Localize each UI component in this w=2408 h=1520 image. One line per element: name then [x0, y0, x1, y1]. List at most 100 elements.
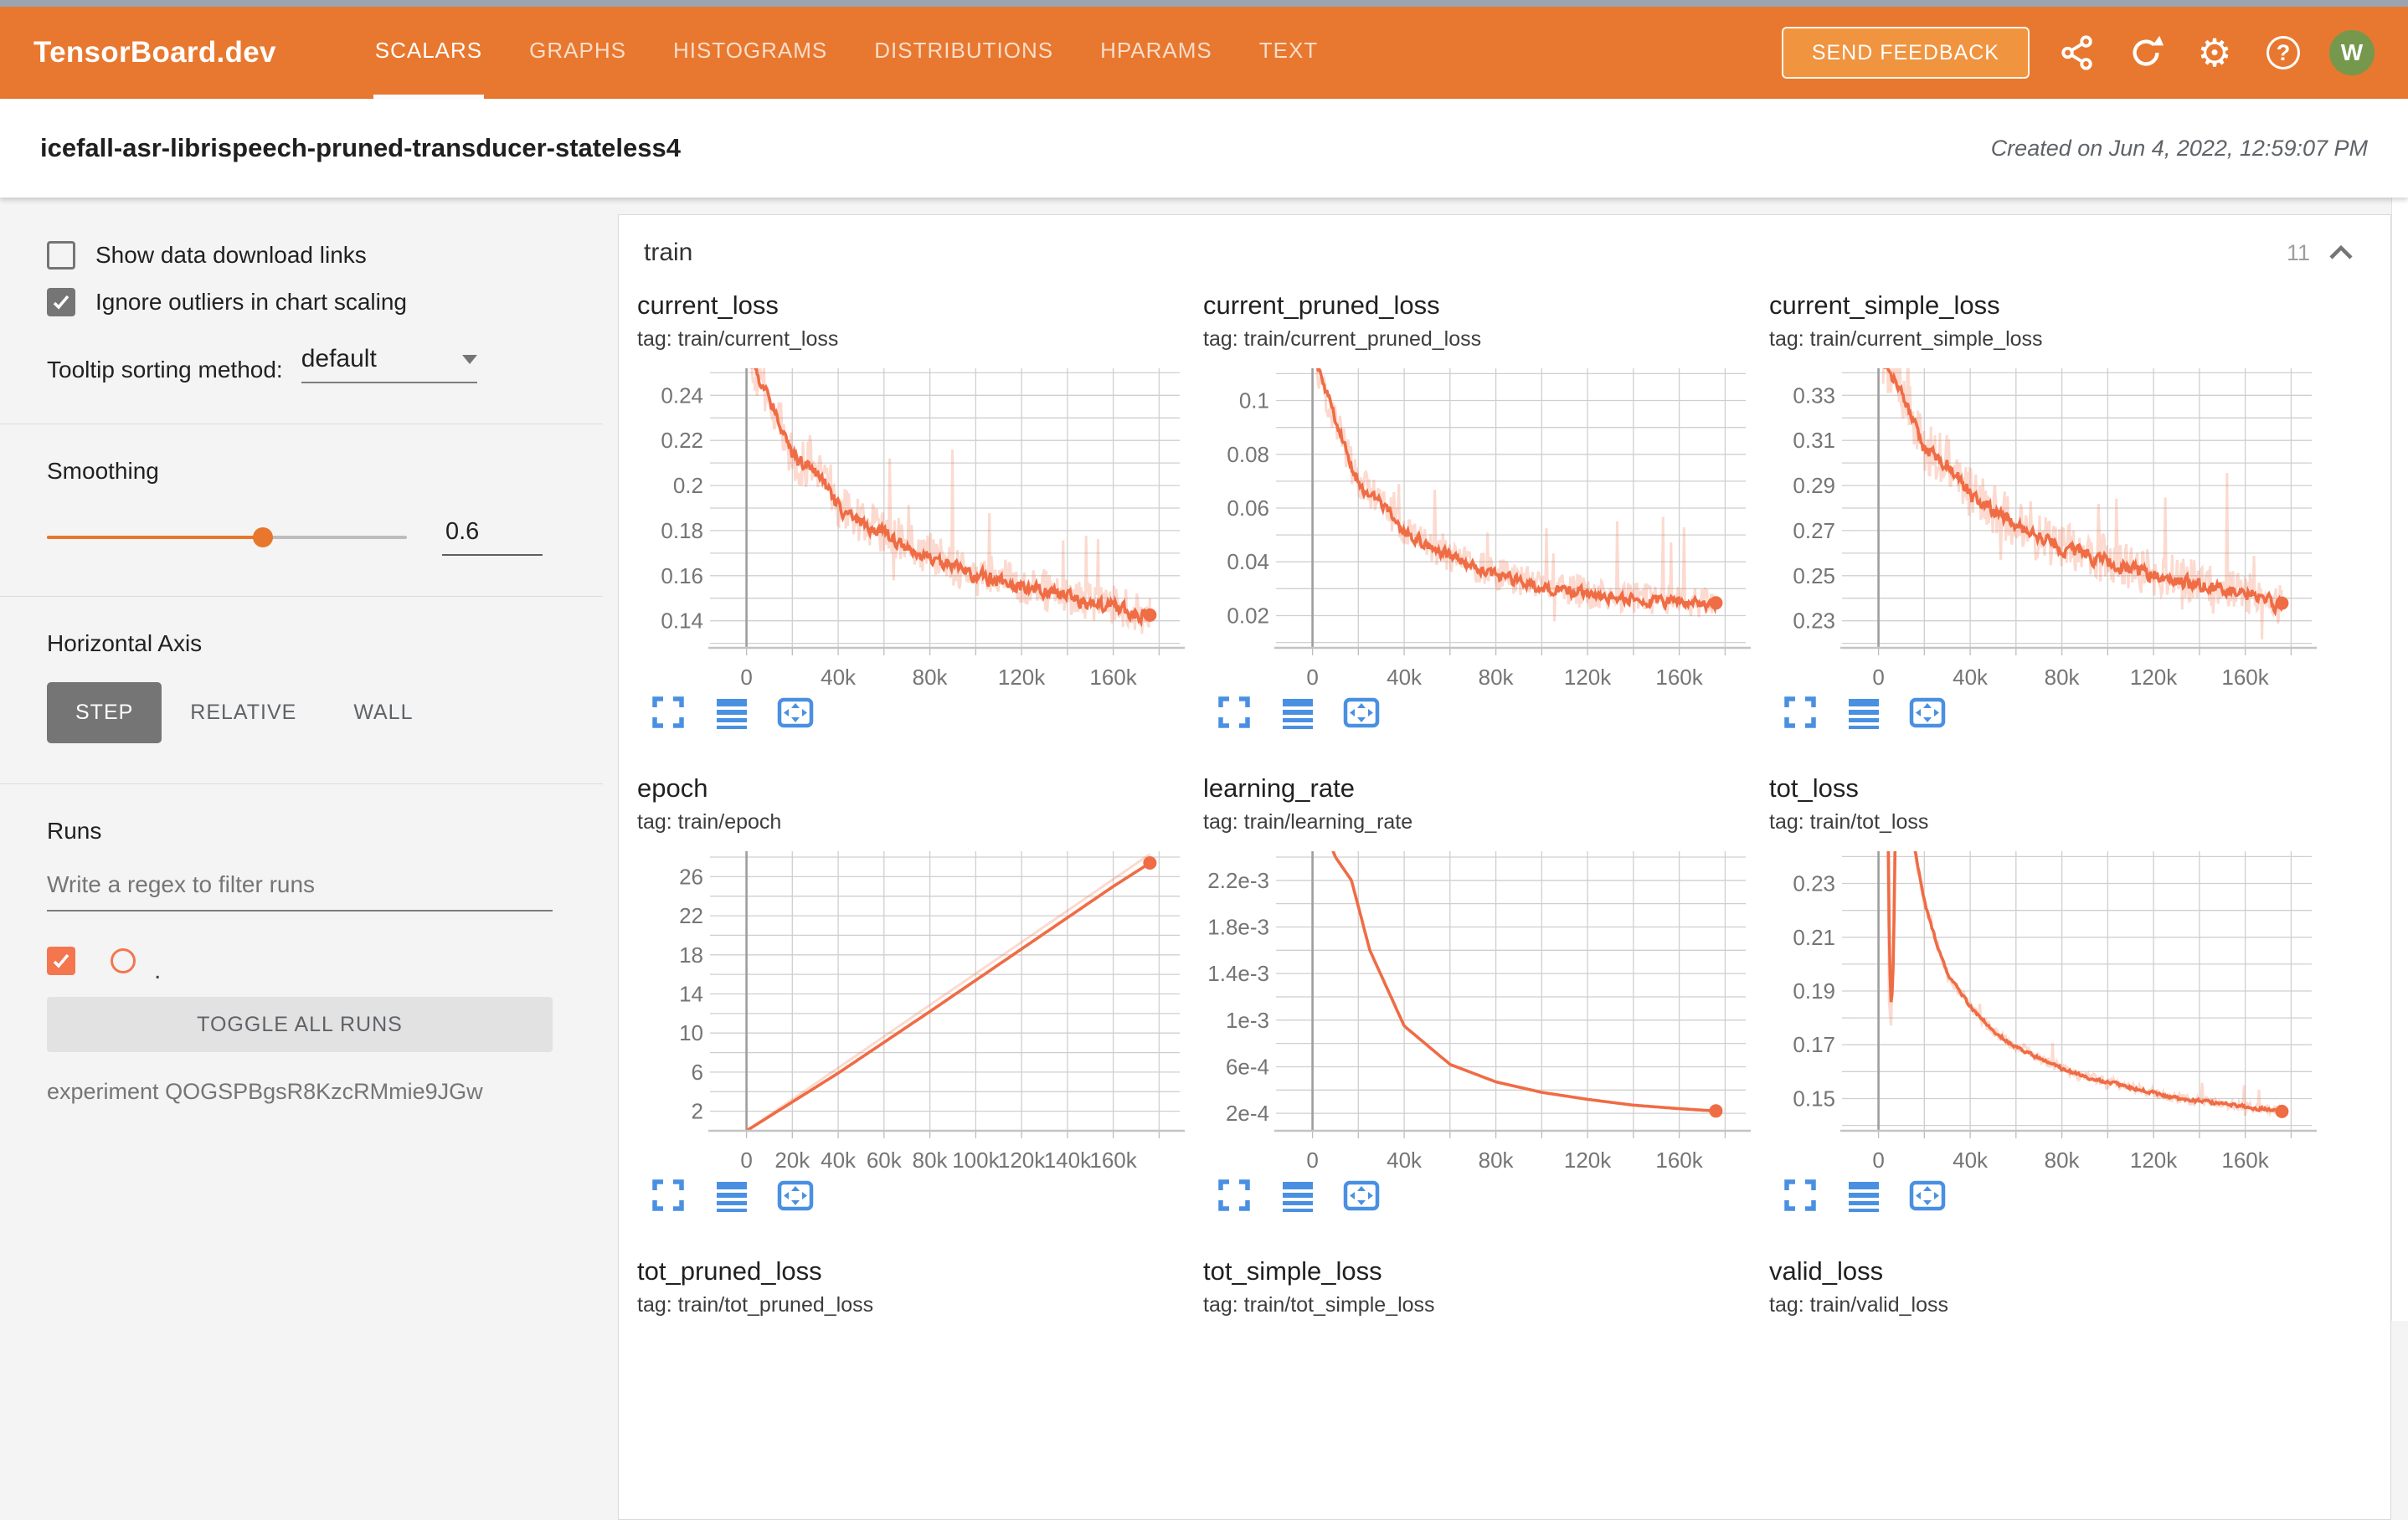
data-table-icon[interactable]	[1279, 1176, 1317, 1214]
svg-text:2: 2	[692, 1099, 703, 1124]
show-download-links-checkbox-row[interactable]: Show data download links	[47, 241, 556, 270]
section-title: train	[644, 239, 692, 267]
svg-text:0: 0	[1306, 1148, 1318, 1173]
svg-text:120k: 120k	[998, 665, 1046, 690]
ignore-outliers-checkbox-row[interactable]: Ignore outliers in chart scaling	[47, 288, 556, 316]
checkbox-label: Show data download links	[95, 242, 367, 269]
fullscreen-icon[interactable]	[1215, 693, 1253, 732]
svg-text:120k: 120k	[2130, 1148, 2178, 1173]
svg-text:160k: 160k	[1655, 1148, 1703, 1173]
send-feedback-button[interactable]: SEND FEEDBACK	[1782, 27, 2030, 79]
svg-text:22: 22	[679, 903, 703, 928]
chart-tag: tag: train/tot_loss	[1769, 810, 2335, 834]
svg-text:0.2: 0.2	[673, 473, 703, 498]
svg-text:80k: 80k	[1479, 1148, 1515, 1173]
tab-text[interactable]: TEXT	[1258, 7, 1320, 99]
checkbox-checked-icon[interactable]	[47, 288, 75, 316]
svg-text:0.33: 0.33	[1793, 383, 1835, 408]
run-row[interactable]: .	[47, 947, 556, 975]
tab-hparams[interactable]: HPARAMS	[1099, 7, 1214, 99]
chart-tag: tag: train/current_loss	[637, 327, 1203, 352]
avatar[interactable]: W	[2329, 30, 2375, 75]
chart-title: tot_pruned_loss	[637, 1256, 1203, 1286]
chart-plot[interactable]: 0.150.170.190.210.23040k80k120k160k	[1769, 846, 2322, 1173]
fit-domain-icon[interactable]	[776, 693, 815, 732]
fit-domain-icon[interactable]	[1908, 1176, 1947, 1214]
axis-option-wall[interactable]: WALL	[325, 682, 441, 743]
fullscreen-icon[interactable]	[1781, 1176, 1819, 1214]
fullscreen-icon[interactable]	[1215, 1176, 1253, 1214]
chart-tag: tag: train/tot_simple_loss	[1203, 1293, 1769, 1317]
tab-distributions[interactable]: DISTRIBUTIONS	[872, 7, 1055, 99]
chart-grid: current_loss tag: train/current_loss 0.1…	[619, 267, 2390, 1359]
chart-actions	[1203, 693, 1769, 732]
axis-option-step[interactable]: STEP	[47, 682, 162, 743]
svg-text:0.02: 0.02	[1227, 603, 1269, 629]
train-section-header[interactable]: train 11	[619, 215, 2390, 267]
chart-plot[interactable]: 0.020.040.060.080.1040k80k120k160k	[1203, 363, 1756, 690]
help-icon[interactable]: ?	[2262, 32, 2304, 74]
scrollbar[interactable]	[2391, 198, 2408, 1321]
axis-option-relative[interactable]: RELATIVE	[162, 682, 325, 743]
tooltip-sorting-dropdown[interactable]: default	[301, 345, 477, 383]
tab-scalars[interactable]: SCALARS	[373, 7, 484, 99]
chart-card: tot_loss tag: train/tot_loss 0.150.170.1…	[1769, 773, 2335, 1214]
svg-text:6: 6	[692, 1060, 703, 1085]
toggle-all-runs-button[interactable]: TOGGLE ALL RUNS	[47, 997, 553, 1052]
chart-plot[interactable]: 0.230.250.270.290.310.33040k80k120k160k	[1769, 363, 2322, 690]
svg-text:80k: 80k	[2045, 1148, 2081, 1173]
runs-filter-input[interactable]	[47, 866, 553, 911]
chart-actions	[637, 1176, 1203, 1214]
smoothing-value-input[interactable]: 0.6	[442, 518, 543, 556]
data-table-icon[interactable]	[1845, 693, 1883, 732]
svg-text:160k: 160k	[1089, 665, 1137, 690]
chevron-up-icon[interactable]	[2327, 243, 2355, 263]
chart-actions	[637, 693, 1203, 732]
smoothing-slider[interactable]	[47, 536, 407, 539]
svg-text:160k: 160k	[2221, 1148, 2269, 1173]
svg-text:0: 0	[1872, 1148, 1884, 1173]
fullscreen-icon[interactable]	[649, 1176, 687, 1214]
chart-title: learning_rate	[1203, 773, 1769, 804]
checkbox-unchecked-icon[interactable]	[47, 241, 75, 270]
slider-fill	[47, 536, 263, 539]
fit-domain-icon[interactable]	[1908, 693, 1947, 732]
slider-thumb[interactable]	[253, 527, 273, 547]
chart-plot[interactable]: 261014182226020k40k60k80k100k120k140k160…	[637, 846, 1190, 1173]
tab-graphs[interactable]: GRAPHS	[527, 7, 628, 99]
tab-histograms[interactable]: HISTOGRAMS	[671, 7, 829, 99]
fit-domain-icon[interactable]	[1342, 693, 1381, 732]
svg-text:0.22: 0.22	[661, 428, 703, 453]
chart-actions	[1769, 693, 2335, 732]
svg-text:0.08: 0.08	[1227, 442, 1269, 467]
refresh-icon[interactable]	[2125, 32, 2167, 74]
chart-plot[interactable]: 0.140.160.180.20.220.24040k80k120k160k	[637, 363, 1190, 690]
fullscreen-icon[interactable]	[649, 693, 687, 732]
data-table-icon[interactable]	[1279, 693, 1317, 732]
chart-actions	[1203, 1176, 1769, 1214]
chart-card: current_loss tag: train/current_loss 0.1…	[637, 290, 1203, 732]
horizontal-axis-label: Horizontal Axis	[47, 630, 556, 657]
share-icon[interactable]	[2056, 32, 2098, 74]
fit-domain-icon[interactable]	[776, 1176, 815, 1214]
settings-gear-icon[interactable]: ⚙	[2194, 32, 2236, 74]
data-table-icon[interactable]	[713, 693, 751, 732]
created-timestamp: Created on Jun 4, 2022, 12:59:07 PM	[1991, 136, 2368, 162]
chart-card: tot_pruned_loss tag: train/tot_pruned_lo…	[637, 1256, 1203, 1317]
data-table-icon[interactable]	[713, 1176, 751, 1214]
chart-tag: tag: train/epoch	[637, 810, 1203, 834]
content-area: Show data download links Ignore outliers…	[0, 198, 2408, 1321]
app-logo: TensorBoard.dev	[33, 36, 276, 69]
svg-text:40k: 40k	[1387, 665, 1423, 690]
svg-text:120k: 120k	[998, 1148, 1046, 1173]
svg-text:100k: 100k	[952, 1148, 1000, 1173]
svg-text:60k: 60k	[867, 1148, 903, 1173]
run-color-circle-icon[interactable]	[111, 948, 136, 973]
svg-text:120k: 120k	[1564, 665, 1612, 690]
fullscreen-icon[interactable]	[1781, 693, 1819, 732]
data-table-icon[interactable]	[1845, 1176, 1883, 1214]
run-checkbox-checked-icon[interactable]	[47, 947, 75, 975]
fit-domain-icon[interactable]	[1342, 1176, 1381, 1214]
chart-plot[interactable]: 2e-46e-41e-31.4e-31.8e-32.2e-3040k80k120…	[1203, 846, 1756, 1173]
browser-edge-strip	[0, 0, 2408, 7]
